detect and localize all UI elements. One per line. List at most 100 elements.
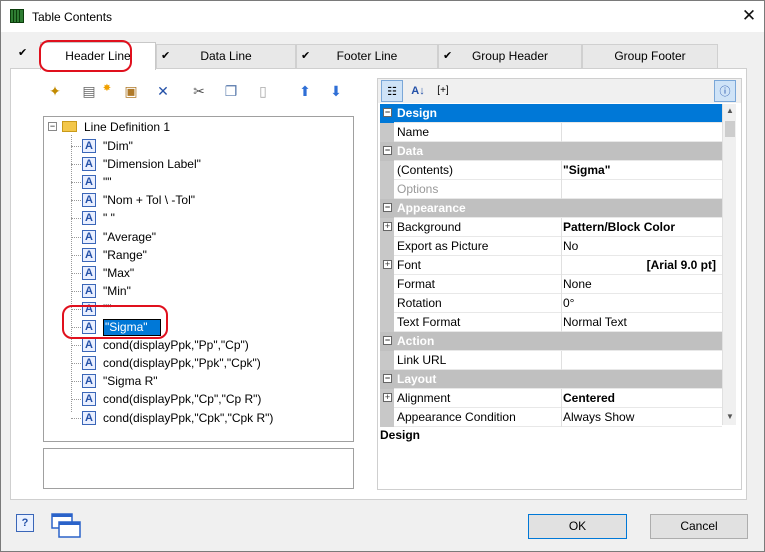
window-title: Table Contents [32, 10, 113, 24]
property-name: Appearance Condition [397, 410, 516, 424]
text-field-icon: A [82, 193, 96, 208]
property-category[interactable]: − Layout [380, 370, 722, 389]
collapse-toggle-icon[interactable]: − [48, 122, 57, 131]
check-icon: ✔ [443, 50, 453, 62]
property-category[interactable]: − Appearance [380, 199, 722, 218]
category-label: Data [397, 144, 424, 158]
tree-item-label: cond(displayPpk,"Cpk","Cpk R") [103, 410, 274, 425]
property-row[interactable]: Name [380, 123, 722, 142]
wand-icon[interactable]: ✦ [46, 82, 64, 100]
close-button[interactable]: ✕ [736, 4, 762, 28]
move-up-icon[interactable]: ⬆ [296, 82, 314, 100]
check-icon: ✔ [301, 50, 311, 62]
collapse-toggle-icon[interactable]: − [383, 108, 392, 117]
tab-label: Group Header [471, 49, 549, 63]
properties-icon[interactable]: ▣ [122, 82, 140, 100]
paste-icon[interactable]: ▯ [254, 82, 272, 100]
tree-root-label[interactable]: Line Definition 1 [84, 120, 170, 134]
app-icon [10, 9, 24, 23]
cut-icon[interactable]: ✂ [190, 82, 208, 100]
collapse-toggle-icon[interactable]: − [383, 146, 392, 155]
property-name: Format [397, 277, 436, 291]
property-category[interactable]: − Action [380, 332, 722, 351]
sort-az-icon[interactable]: A↓ [407, 80, 429, 102]
text-field-icon: A [82, 410, 96, 425]
property-category[interactable]: − Data [380, 142, 722, 161]
property-name: (Contents) [397, 163, 454, 177]
insert-icon[interactable]: ▤ [80, 82, 98, 100]
text-field-icon: A [82, 211, 96, 226]
property-name: Alignment [397, 391, 451, 405]
expand-toggle-icon[interactable]: + [383, 260, 392, 269]
tree-item-label: cond(displayPpk,"Cp","Cp R") [103, 392, 262, 407]
property-row[interactable]: Text Format Normal Text [380, 313, 722, 332]
property-row[interactable]: Rotation 0° [380, 294, 722, 313]
copy-icon[interactable]: ❐ [222, 82, 240, 100]
ok-button[interactable]: OK [528, 514, 627, 539]
property-row[interactable]: + Background Pattern/Block Color [380, 218, 722, 237]
expand-all-icon[interactable]: [+] [431, 80, 455, 102]
description-box [43, 448, 354, 489]
scroll-up-icon[interactable]: ▲ [726, 106, 734, 115]
property-row[interactable]: + Font [Arial 9.0 pt] [380, 256, 722, 275]
collapse-toggle-icon[interactable]: − [383, 374, 392, 383]
property-value[interactable] [561, 351, 722, 370]
help-button[interactable]: ? [16, 514, 34, 532]
collapse-toggle-icon[interactable]: − [383, 336, 392, 345]
property-value[interactable]: None [561, 275, 722, 294]
property-row[interactable]: Options [380, 180, 722, 199]
tab-group-header[interactable]: ✔ Group Header [438, 44, 582, 68]
property-value[interactable]: Centered [561, 389, 722, 408]
property-name: Rotation [397, 296, 442, 310]
check-icon: ✔ [18, 47, 28, 59]
tab-group-footer[interactable]: Group Footer [582, 44, 718, 68]
tab-footer-line[interactable]: ✔ Footer Line [296, 44, 438, 68]
tab-label: Footer Line [336, 49, 398, 63]
property-value[interactable]: [Arial 9.0 pt] [561, 256, 722, 275]
property-value[interactable]: 0° [561, 294, 722, 313]
tree-item-label: " " [103, 211, 115, 226]
windows-icon[interactable] [50, 512, 82, 540]
property-name: Export as Picture [397, 239, 489, 253]
property-value[interactable]: Always Show [561, 408, 722, 427]
category-label: Action [397, 334, 435, 348]
tree-item-label: "Nom + Tol \ -Tol" [103, 193, 195, 208]
cancel-button[interactable]: Cancel [650, 514, 748, 539]
collapse-toggle-icon[interactable]: − [383, 203, 392, 212]
vertical-scrollbar[interactable]: ▲ ▼ [722, 104, 736, 425]
info-icon[interactable]: ⓘ [714, 80, 736, 102]
property-row[interactable]: Appearance Condition Always Show [380, 408, 722, 427]
property-value[interactable]: No [561, 237, 722, 256]
property-row[interactable]: Link URL [380, 351, 722, 370]
category-label: Design [397, 106, 438, 120]
property-category[interactable]: − Design [380, 104, 722, 123]
expand-toggle-icon[interactable]: + [383, 222, 392, 231]
property-description: Design [380, 428, 421, 442]
property-row[interactable]: + Alignment Centered [380, 389, 722, 408]
annotation-oval [62, 305, 168, 339]
property-row[interactable]: Export as Picture No [380, 237, 722, 256]
expand-toggle-icon[interactable]: + [383, 393, 392, 402]
tree-item-label: "Range" [103, 247, 147, 262]
property-value[interactable] [561, 180, 722, 199]
star-icon: ✸ [102, 83, 112, 94]
category-label: Layout [397, 372, 437, 386]
delete-icon[interactable]: ✕ [154, 82, 172, 100]
text-field-icon: A [82, 157, 96, 172]
scroll-down-icon[interactable]: ▼ [726, 412, 734, 421]
text-field-icon: A [82, 283, 96, 298]
categorized-icon[interactable]: ☷ [381, 80, 403, 102]
text-field-icon: A [82, 356, 96, 371]
property-row[interactable]: (Contents) "Sigma" [380, 161, 722, 180]
tab-data-line[interactable]: ✔ Data Line [156, 44, 296, 68]
move-down-icon[interactable]: ⬇ [327, 82, 345, 100]
property-value[interactable]: Pattern/Block Color [561, 218, 722, 237]
property-value[interactable]: Normal Text [561, 313, 722, 332]
property-value[interactable]: "Sigma" [561, 161, 722, 180]
scroll-thumb[interactable] [725, 121, 735, 137]
property-row[interactable]: Format None [380, 275, 722, 294]
property-name: Background [397, 220, 462, 234]
text-field-icon: A [82, 265, 96, 280]
annotation-oval [39, 40, 132, 72]
property-value[interactable] [561, 123, 722, 142]
